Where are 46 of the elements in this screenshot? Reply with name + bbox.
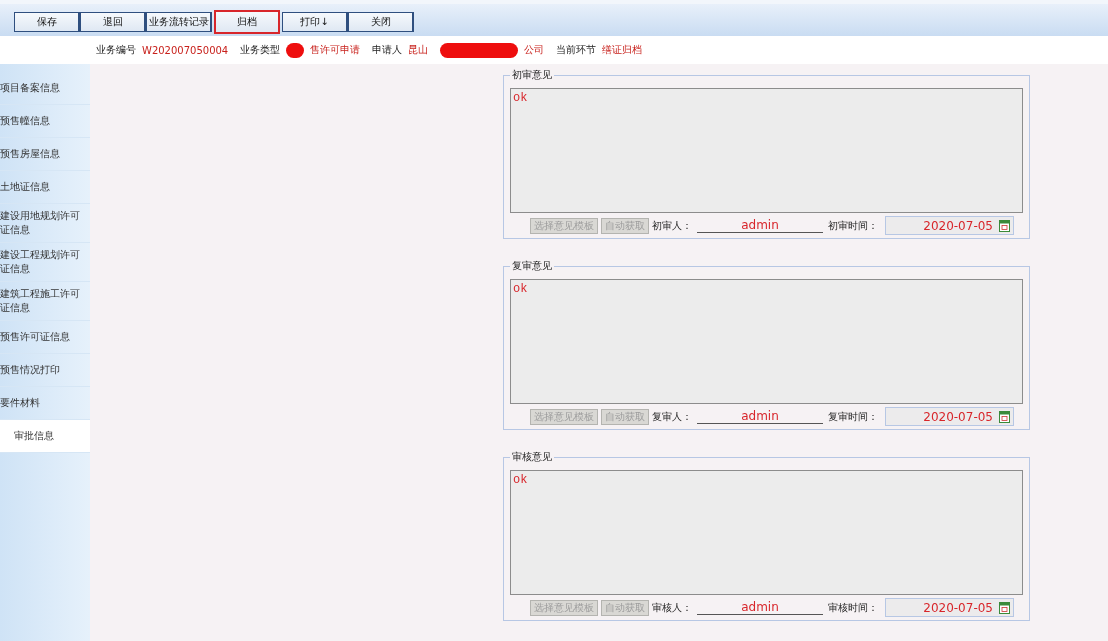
time-label: 初审时间： [828, 218, 878, 233]
sidebar-item[interactable]: 审批信息 [0, 420, 90, 453]
panel-title: 复审意见 [511, 259, 553, 273]
time-label: 复审时间： [828, 409, 878, 424]
info-value: 昆山 [408, 43, 429, 57]
person-field[interactable]: admin [697, 218, 823, 233]
calendar-icon[interactable] [999, 410, 1010, 423]
info-value: 公司 [524, 43, 545, 57]
info-value: W202007050004 [142, 44, 229, 56]
info-value: 售许可申请 [310, 43, 361, 57]
sidebar-item[interactable]: 土地证信息 [0, 171, 90, 204]
info-value: 缮证归档 [602, 43, 643, 57]
calendar-icon[interactable] [999, 219, 1010, 232]
toolbar-button[interactable]: 打印↓ [282, 12, 348, 32]
info-label: 当前环节 [556, 43, 597, 57]
calendar-icon[interactable] [999, 601, 1010, 614]
date-field[interactable]: 2020-07-05 [885, 407, 1014, 426]
info-label: 业务类型 [240, 43, 281, 57]
date-field[interactable]: 2020-07-05 [885, 216, 1014, 235]
panel-title: 初审意见 [511, 68, 553, 82]
toolbar-button[interactable]: 归档 [214, 10, 280, 34]
sidebar-item[interactable]: 项目备案信息 [0, 72, 90, 105]
toolbar-button[interactable]: 退回 [80, 12, 146, 32]
toolbar-button[interactable]: 业务流转记录 [146, 12, 212, 32]
person-field[interactable]: admin [697, 409, 823, 424]
sidebar-item[interactable]: 建设工程规划许可证信息 [0, 243, 90, 282]
person-label: 初审人： [652, 218, 692, 233]
info-label: 申请人 [372, 43, 403, 57]
time-label: 审核时间： [828, 600, 878, 615]
opinion-field[interactable]: ok [510, 88, 1023, 213]
opinion-field[interactable]: ok [510, 470, 1023, 595]
sidebar-item[interactable]: 预售许可证信息 [0, 321, 90, 354]
toolbar-button[interactable]: 关闭 [348, 12, 414, 32]
date-field[interactable]: 2020-07-05 [885, 598, 1014, 617]
sidebar-item[interactable]: 建设用地规划许可证信息 [0, 204, 90, 243]
info-label: 业务编号 [96, 43, 136, 57]
sidebar-item[interactable]: 预售幢信息 [0, 105, 90, 138]
sidebar-item[interactable]: 预售房屋信息 [0, 138, 90, 171]
person-label: 审核人： [652, 600, 692, 615]
sidebar-item[interactable]: 建筑工程施工许可证信息 [0, 282, 90, 321]
opinion-field[interactable]: ok [510, 279, 1023, 404]
toolbar-button[interactable]: 保存 [14, 12, 80, 32]
panel-title: 审核意见 [511, 450, 553, 464]
person-field[interactable]: admin [697, 600, 823, 615]
person-label: 复审人： [652, 409, 692, 424]
sidebar-item[interactable]: 预售情况打印 [0, 354, 90, 387]
